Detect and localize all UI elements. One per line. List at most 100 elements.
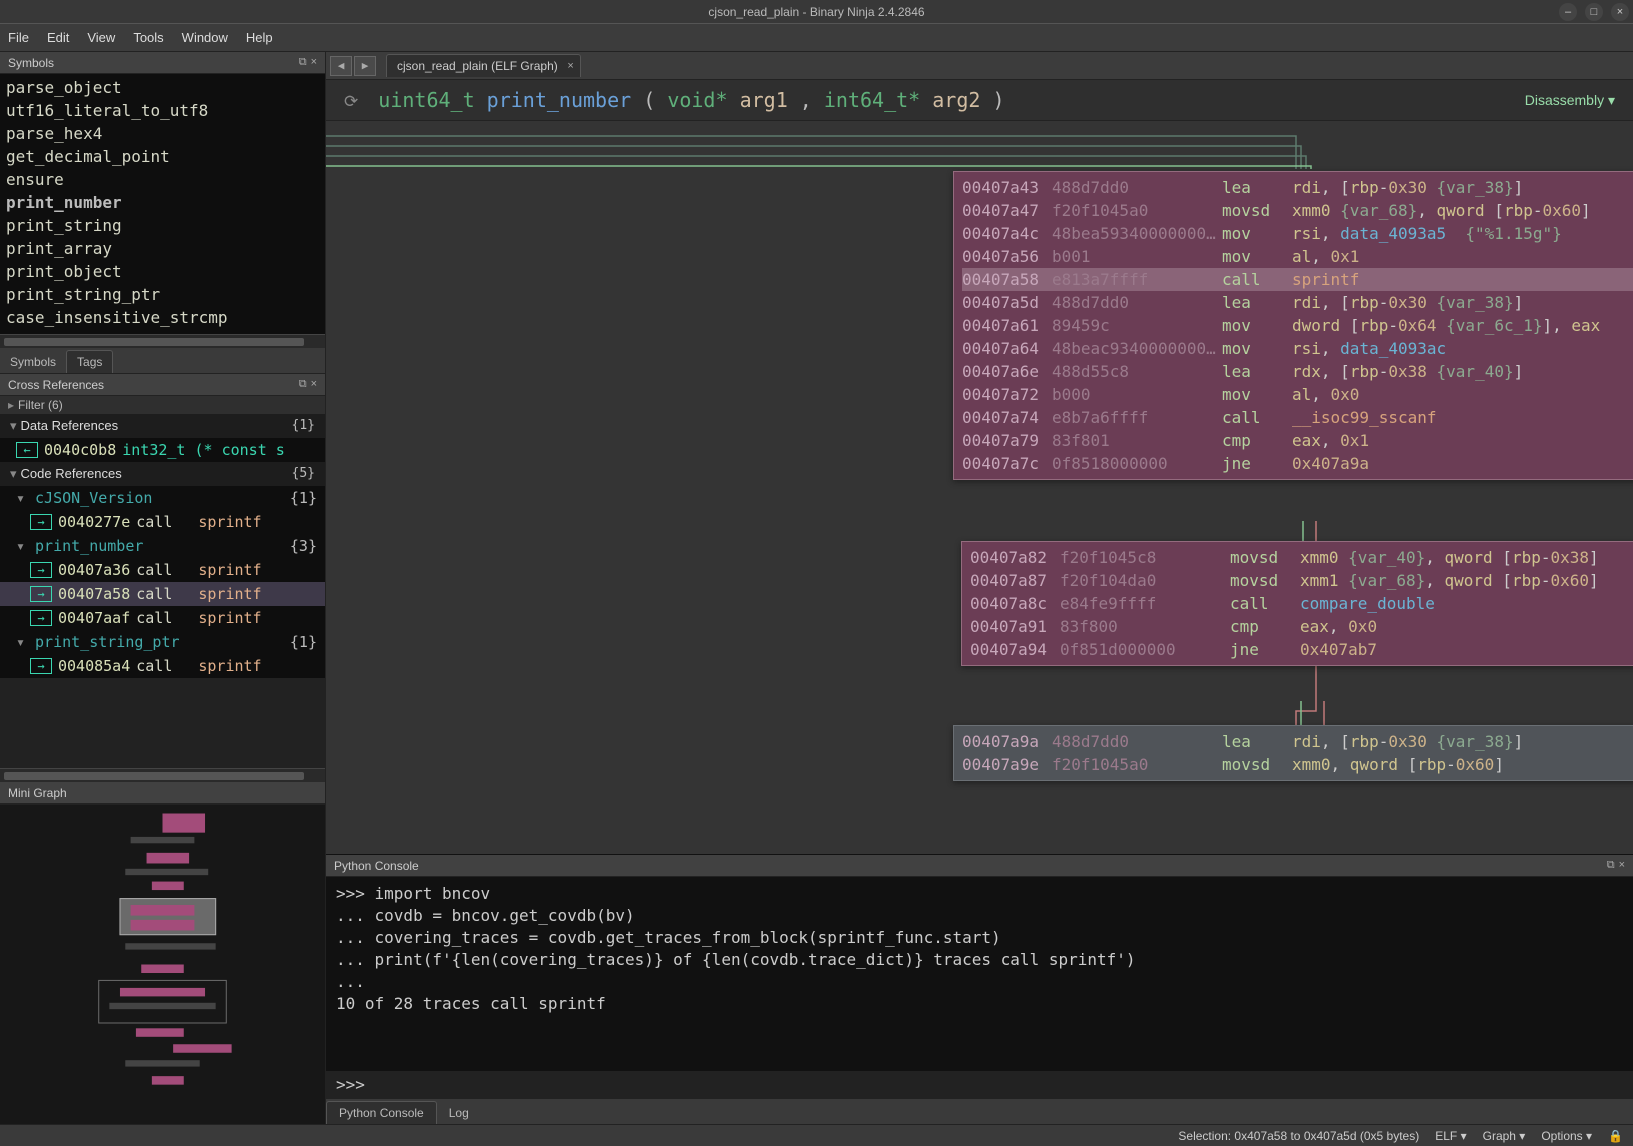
disasm-row[interactable]: 00407a6448beac9340000000…movrsi, data_40…: [962, 337, 1633, 360]
disasm-row[interactable]: 00407a58e813a7ffffcallsprintf: [962, 268, 1633, 291]
nav-fwd-button[interactable]: ▶: [354, 56, 376, 76]
symbol-item[interactable]: ensure: [6, 168, 319, 191]
close-panel-icon[interactable]: ×: [1619, 859, 1625, 872]
disasm-row[interactable]: 00407a4c48bea59340000000…movrsi, data_40…: [962, 222, 1633, 245]
menu-bar: File Edit View Tools Window Help: [0, 24, 1633, 52]
menu-help[interactable]: Help: [246, 30, 273, 45]
disasm-row[interactable]: 00407a9ef20f1045a0movsdxmm0, qword [rbp-…: [962, 753, 1633, 776]
console-line: >>> import bncov: [336, 883, 1623, 905]
xref-group[interactable]: ▾print_string_ptr{1}: [0, 630, 325, 654]
detach-icon[interactable]: ⧉: [299, 56, 307, 69]
symbol-item[interactable]: utf16_literal_to_utf8: [6, 99, 319, 122]
disasm-row[interactable]: 00407a5d488d7dd0leardi, [rbp-0x30 {var_3…: [962, 291, 1633, 314]
xref-row[interactable]: ← 0040c0b8 int32_t (* const s: [0, 438, 325, 462]
console-line: ... print(f'{len(covering_traces)} of {l…: [336, 949, 1623, 971]
maximize-icon[interactable]: □: [1585, 3, 1603, 21]
xrefs-filter[interactable]: ▸Filter (6): [0, 396, 325, 414]
symbols-title: Symbols: [8, 56, 54, 70]
tab-tags[interactable]: Tags: [66, 350, 113, 373]
graph-block[interactable]: 00407a9a488d7dd0leardi, [rbp-0x30 {var_3…: [953, 725, 1633, 781]
console-header: Python Console ⧉ ×: [326, 855, 1633, 877]
main-tab[interactable]: cjson_read_plain (ELF Graph) ×: [386, 54, 581, 77]
menu-tools[interactable]: Tools: [133, 30, 163, 45]
symbol-item[interactable]: print_object: [6, 260, 319, 283]
xref-section-head[interactable]: ▾Code References{5}: [0, 462, 325, 486]
disasm-row[interactable]: 00407a47f20f1045a0movsdxmm0 {var_68}, qw…: [962, 199, 1633, 222]
xref-group[interactable]: ▾print_number{3}: [0, 534, 325, 558]
xref-row[interactable]: → 00407a58 callsprintf: [0, 582, 325, 606]
xref-section-head[interactable]: ▾Data References{1}: [0, 414, 325, 438]
symbol-item[interactable]: get_decimal_point: [6, 145, 319, 168]
xref-row[interactable]: → 00407aaf callsprintf: [0, 606, 325, 630]
menu-edit[interactable]: Edit: [47, 30, 69, 45]
sig-return-type: uint64_t: [378, 88, 474, 112]
console-line: ... covdb = bncov.get_covdb(bv): [336, 905, 1623, 927]
xref-row[interactable]: → 0040277e callsprintf: [0, 510, 325, 534]
nav-back-button[interactable]: ◀: [330, 56, 352, 76]
symbol-item[interactable]: print_array: [6, 237, 319, 260]
symbols-panel-header: Symbols ⧉ ×: [0, 52, 325, 74]
xref-row[interactable]: → 00407a36 callsprintf: [0, 558, 325, 582]
status-format[interactable]: ELF ▾: [1435, 1129, 1466, 1143]
disasm-row[interactable]: 00407a7983f801cmpeax, 0x1: [962, 429, 1633, 452]
tab-symbols[interactable]: Symbols: [0, 351, 66, 373]
status-selection: Selection: 0x407a58 to 0x407a5d (0x5 byt…: [1178, 1129, 1419, 1143]
disasm-row[interactable]: 00407a56b001moval, 0x1: [962, 245, 1633, 268]
menu-window[interactable]: Window: [182, 30, 228, 45]
minigraph[interactable]: [0, 804, 325, 1124]
function-signature-bar: ⟳ uint64_t print_number ( void* arg1 , i…: [326, 80, 1633, 120]
disasm-row[interactable]: 00407a6189459cmovdword [rbp-0x64 {var_6c…: [962, 314, 1633, 337]
symbol-item[interactable]: print_number: [6, 191, 319, 214]
console-title: Python Console: [334, 859, 419, 873]
disasm-row[interactable]: 00407a940f851d000000jne0x407ab7: [970, 638, 1633, 661]
status-view[interactable]: Graph ▾: [1483, 1129, 1526, 1143]
h-scrollbar[interactable]: [0, 768, 325, 782]
disasm-row[interactable]: 00407a74e8b7a6ffffcall__isoc99_sscanf: [962, 406, 1633, 429]
minimize-icon[interactable]: –: [1559, 3, 1577, 21]
console-tab[interactable]: Log: [437, 1102, 481, 1124]
xrefs-header: Cross References ⧉ ×: [0, 374, 325, 396]
symbol-item[interactable]: parse_hex4: [6, 122, 319, 145]
disasm-row[interactable]: 00407a8ce84fe9ffffcallcompare_double: [970, 592, 1633, 615]
menu-file[interactable]: File: [8, 30, 29, 45]
detach-icon[interactable]: ⧉: [299, 378, 307, 391]
symbol-item[interactable]: parse_object: [6, 76, 319, 99]
refresh-icon[interactable]: ⟳: [344, 92, 358, 112]
xref-row[interactable]: → 004085a4 callsprintf: [0, 654, 325, 678]
close-icon[interactable]: ×: [1611, 3, 1629, 21]
h-scrollbar[interactable]: [0, 334, 325, 348]
disasm-row[interactable]: 00407a82f20f1045c8movsdxmm0 {var_40}, qw…: [970, 546, 1633, 569]
detach-icon[interactable]: ⧉: [1607, 859, 1615, 872]
console-input[interactable]: >>>: [326, 1071, 1633, 1098]
menu-view[interactable]: View: [87, 30, 115, 45]
symbol-item[interactable]: print_string: [6, 214, 319, 237]
close-panel-icon[interactable]: ×: [311, 56, 317, 69]
disasm-row[interactable]: 00407a87f20f104da0movsdxmm1 {var_68}, qw…: [970, 569, 1633, 592]
disasm-row[interactable]: 00407a7c0f8518000000jne0x407a9a: [962, 452, 1633, 475]
main-tab-label: cjson_read_plain (ELF Graph): [397, 59, 558, 73]
sig-func-name[interactable]: print_number: [487, 88, 632, 112]
minigraph-title: Mini Graph: [8, 786, 67, 800]
window-titlebar: cjson_read_plain - Binary Ninja 2.4.2846…: [0, 0, 1633, 24]
disasm-row[interactable]: 00407a6e488d55c8leardx, [rbp-0x38 {var_4…: [962, 360, 1633, 383]
symbol-item[interactable]: case_insensitive_strcmp: [6, 306, 319, 329]
console-tab[interactable]: Python Console: [326, 1101, 437, 1124]
graph-canvas[interactable]: 00407a43488d7dd0leardi, [rbp-0x30 {var_3…: [326, 120, 1633, 854]
status-options[interactable]: Options ▾: [1541, 1129, 1592, 1143]
graph-block[interactable]: 00407a82f20f1045c8movsdxmm0 {var_40}, qw…: [961, 541, 1633, 666]
symbols-list[interactable]: parse_objectutf16_literal_to_utf8parse_h…: [0, 74, 325, 334]
disasm-row[interactable]: 00407a72b000moval, 0x0: [962, 383, 1633, 406]
xref-group[interactable]: ▾cJSON_Version{1}: [0, 486, 325, 510]
disasm-row[interactable]: 00407a43488d7dd0leardi, [rbp-0x30 {var_3…: [962, 176, 1633, 199]
console-line: ...: [336, 971, 1623, 993]
view-mode-dropdown[interactable]: Disassembly ▾: [1525, 92, 1615, 109]
graph-block[interactable]: 00407a43488d7dd0leardi, [rbp-0x30 {var_3…: [953, 171, 1633, 480]
disasm-row[interactable]: 00407a9a488d7dd0leardi, [rbp-0x30 {var_3…: [962, 730, 1633, 753]
disasm-row[interactable]: 00407a9183f800cmpeax, 0x0: [970, 615, 1633, 638]
xrefs-title: Cross References: [8, 378, 104, 392]
lock-icon[interactable]: 🔒: [1608, 1129, 1623, 1143]
close-panel-icon[interactable]: ×: [311, 378, 317, 391]
xrefs-body: ▾Data References{1}← 0040c0b8 int32_t (*…: [0, 414, 325, 782]
symbol-item[interactable]: print_string_ptr: [6, 283, 319, 306]
close-tab-icon[interactable]: ×: [567, 60, 573, 72]
